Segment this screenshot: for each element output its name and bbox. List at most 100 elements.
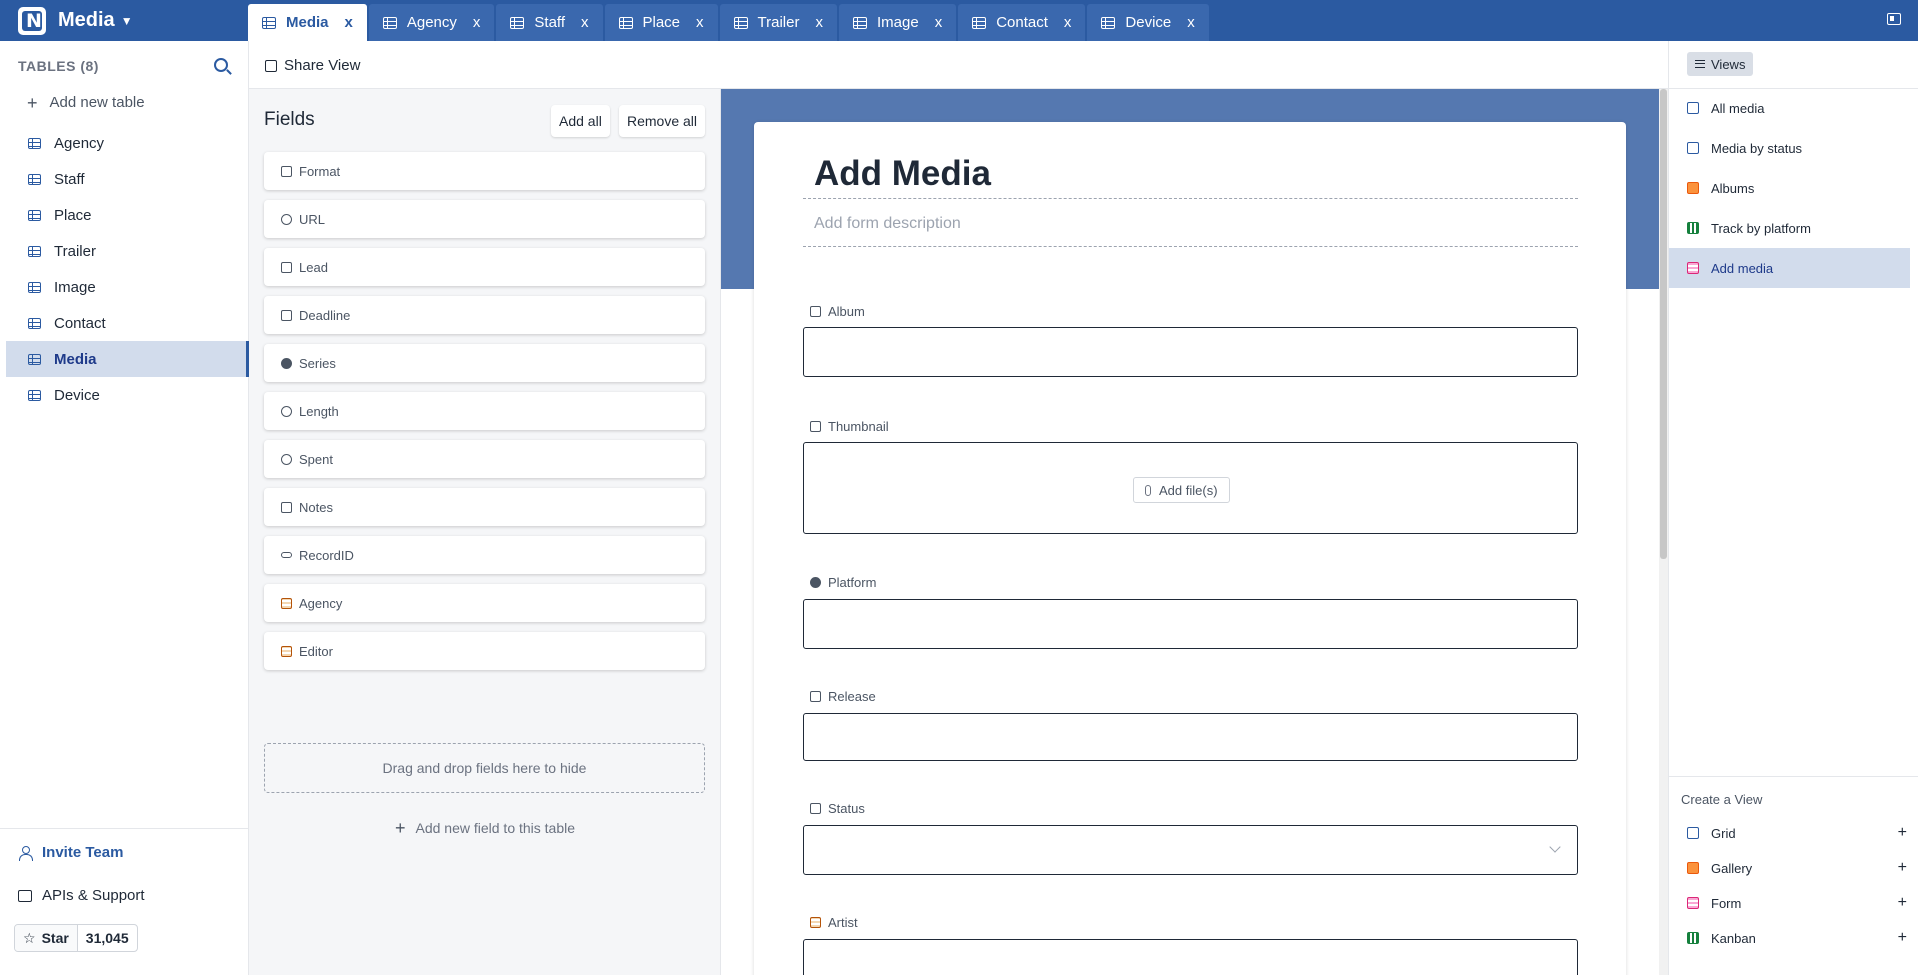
view-item-albums[interactable]: Albums	[1669, 168, 1910, 208]
field-card-editor[interactable]: Editor	[264, 632, 705, 670]
main-area: Share View Fields Add all Remove all For…	[249, 41, 1668, 975]
star-label: Star	[41, 930, 69, 946]
star-button[interactable]: ☆ Star	[15, 925, 78, 951]
field-card-format[interactable]: Format	[264, 152, 705, 190]
grid-view-icon	[1687, 827, 1699, 839]
sidebar-item-trailer[interactable]: Trailer	[6, 233, 249, 269]
field-card-spent[interactable]: Spent	[264, 440, 705, 478]
field-card-deadline[interactable]: Deadline	[264, 296, 705, 334]
release-date-input[interactable]	[803, 713, 1578, 761]
tab-media[interactable]: Media x	[248, 4, 367, 41]
form-title[interactable]: Add Media	[803, 154, 1578, 199]
close-icon[interactable]: x	[473, 14, 481, 31]
view-item-add-media[interactable]: Add media	[1669, 248, 1910, 288]
image-icon	[810, 421, 821, 432]
form-view-icon	[1687, 897, 1699, 909]
tables-heading: TABLES (8)	[18, 58, 99, 74]
add-new-table-button[interactable]: + Add new table	[27, 94, 145, 112]
scrollbar-thumb[interactable]	[1660, 89, 1667, 559]
sidebar-item-media[interactable]: Media	[6, 341, 249, 377]
close-icon[interactable]: x	[1064, 14, 1072, 31]
create-form-view-button[interactable]: Form +	[1687, 888, 1907, 918]
project-title: Media	[58, 9, 115, 31]
grid-icon	[1101, 16, 1116, 29]
field-card-lead[interactable]: Lead	[264, 248, 705, 286]
grid-icon	[28, 389, 41, 401]
add-user-icon	[18, 845, 33, 861]
field-label: Lead	[299, 259, 328, 275]
view-item-media-by-status[interactable]: Media by status	[1669, 128, 1910, 168]
calendar-icon	[281, 309, 292, 321]
sidebar-item-agency[interactable]: Agency	[6, 125, 249, 161]
tab-image[interactable]: Image x	[838, 4, 957, 41]
field-card-length[interactable]: Length	[264, 392, 705, 430]
invite-team-button[interactable]: Invite Team	[18, 844, 123, 861]
tab-label: Contact	[996, 14, 1048, 31]
add-all-button[interactable]: Add all	[551, 105, 610, 137]
grid-icon	[852, 16, 867, 29]
grid-icon	[28, 209, 41, 221]
views-toggle-button[interactable]: Views	[1687, 52, 1754, 76]
sidebar-item-contact[interactable]: Contact	[6, 305, 249, 341]
grid-view-icon	[1687, 102, 1699, 114]
close-icon[interactable]: x	[581, 14, 589, 31]
add-table-label: Add new table	[49, 94, 145, 111]
form-field-label-thumbnail: Thumbnail	[810, 419, 889, 434]
sidebar-toggle-icon[interactable]	[1887, 13, 1901, 25]
add-new-field-button[interactable]: + Add new field to this table	[249, 819, 721, 837]
timer-icon	[281, 405, 292, 417]
tab-contact[interactable]: Contact x	[958, 4, 1086, 41]
grid-icon	[510, 16, 525, 29]
close-icon[interactable]: x	[345, 14, 353, 31]
view-item-track-by-platform[interactable]: Track by platform	[1669, 208, 1910, 248]
artist-input[interactable]	[803, 939, 1578, 975]
field-card-series[interactable]: Series	[264, 344, 705, 382]
create-kanban-view-button[interactable]: Kanban +	[1687, 923, 1907, 953]
remove-all-button[interactable]: Remove all	[619, 105, 706, 137]
thumbnail-upload[interactable]: Add file(s)	[803, 442, 1578, 534]
platform-input[interactable]	[803, 599, 1578, 649]
invite-label: Invite Team	[42, 844, 124, 861]
tab-label: Image	[876, 14, 919, 31]
form-description-input[interactable]: Add form description	[803, 215, 1578, 247]
paperclip-icon	[1145, 484, 1151, 496]
hide-fields-dropzone[interactable]: Drag and drop fields here to hide	[264, 743, 705, 793]
label-text: Album	[828, 304, 865, 319]
sidebar-item-device[interactable]: Device	[6, 377, 249, 413]
add-files-button[interactable]: Add file(s)	[1133, 477, 1230, 503]
field-card-notes[interactable]: Notes	[264, 488, 705, 526]
sidebar-item-image[interactable]: Image	[6, 269, 249, 305]
close-icon[interactable]: x	[815, 14, 823, 31]
create-gallery-view-button[interactable]: Gallery +	[1687, 853, 1907, 883]
field-card-url[interactable]: URL	[264, 200, 705, 238]
album-input[interactable]	[803, 327, 1578, 377]
status-select[interactable]	[803, 825, 1578, 875]
close-icon[interactable]: x	[1187, 14, 1195, 31]
field-card-recordid[interactable]: RecordID	[264, 536, 705, 574]
tab-trailer[interactable]: Trailer x	[719, 4, 837, 41]
grid-icon	[28, 137, 41, 149]
grid-icon	[262, 16, 276, 29]
project-switcher[interactable]: N Media ▼	[18, 4, 133, 37]
tab-device[interactable]: Device x	[1087, 4, 1209, 41]
tab-staff[interactable]: Staff x	[496, 4, 603, 41]
sidebar-item-label: Image	[54, 278, 96, 296]
github-star-widget[interactable]: ☆ Star 31,045	[14, 924, 138, 952]
tab-place[interactable]: Place x	[604, 4, 718, 41]
sidebar-item-place[interactable]: Place	[6, 197, 249, 233]
close-icon[interactable]: x	[696, 14, 704, 31]
close-icon[interactable]: x	[935, 14, 943, 31]
create-label: Kanban	[1711, 930, 1756, 946]
create-grid-view-button[interactable]: Grid +	[1687, 818, 1907, 848]
view-item-all-media[interactable]: All media	[1669, 88, 1910, 128]
search-icon[interactable]	[214, 58, 228, 72]
field-label: Spent	[299, 451, 333, 467]
share-view-button[interactable]: Share View	[265, 57, 360, 74]
field-card-agency[interactable]: Agency	[264, 584, 705, 622]
tab-agency[interactable]: Agency x	[368, 4, 495, 41]
view-label: Add media	[1711, 260, 1774, 276]
form-scrollbar[interactable]	[1659, 89, 1668, 975]
apis-support-button[interactable]: APIs & Support	[18, 887, 145, 904]
sidebar-item-staff[interactable]: Staff	[6, 161, 249, 197]
plus-icon: +	[1897, 929, 1907, 946]
